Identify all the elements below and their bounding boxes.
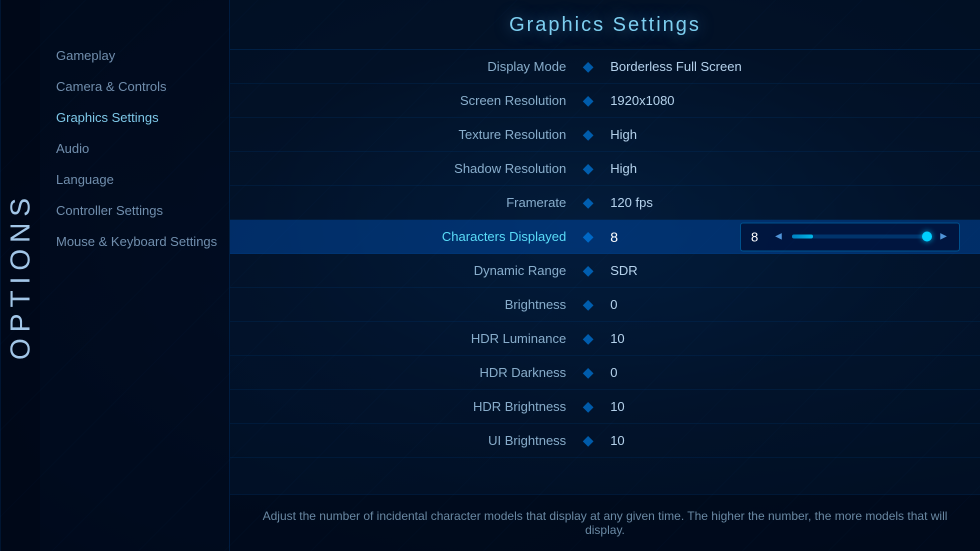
setting-label-5: Characters Displayed — [230, 229, 582, 244]
slider-arrow-left[interactable]: ◄ — [773, 231, 784, 243]
sidebar-nav: GameplayCamera & ControlsGraphics Settin… — [40, 30, 229, 257]
footer-text: Adjust the number of incidental characte… — [230, 494, 980, 551]
setting-label-7: Brightness — [230, 297, 582, 312]
setting-row-11: UI Brightness◆10 — [230, 424, 980, 458]
settings-table: Display Mode◆Borderless Full ScreenScree… — [230, 50, 980, 494]
setting-value-6: SDR — [594, 263, 980, 278]
setting-label-10: HDR Brightness — [230, 399, 582, 414]
setting-value-8: 10 — [594, 331, 980, 346]
sidebar: Options GameplayCamera & ControlsGraphic… — [0, 0, 230, 551]
app-title: Options — [0, 0, 40, 551]
footer-description: Adjust the number of incidental characte… — [263, 509, 948, 537]
divider-9: ◆ — [582, 364, 594, 381]
setting-row-3: Shadow Resolution◆High — [230, 152, 980, 186]
setting-label-0: Display Mode — [230, 59, 582, 74]
divider-4: ◆ — [582, 194, 594, 211]
setting-label-1: Screen Resolution — [230, 93, 582, 108]
slider-thumb[interactable] — [922, 232, 932, 242]
sidebar-item-mouse-keyboard[interactable]: Mouse & Keyboard Settings — [40, 226, 229, 257]
setting-value-9: 0 — [594, 365, 980, 380]
setting-label-4: Framerate — [230, 195, 582, 210]
divider-6: ◆ — [582, 262, 594, 279]
setting-row-0: Display Mode◆Borderless Full Screen — [230, 50, 980, 84]
divider-5: ◆ — [582, 228, 594, 245]
main-container: Options GameplayCamera & ControlsGraphic… — [0, 0, 980, 551]
slider-popup[interactable]: 8 ◄ ► — [740, 222, 960, 251]
setting-value-11: 10 — [594, 433, 980, 448]
setting-label-11: UI Brightness — [230, 433, 582, 448]
page-title: Graphics Settings — [230, 0, 980, 50]
slider-arrow-right[interactable]: ► — [938, 231, 949, 243]
divider-1: ◆ — [582, 92, 594, 109]
setting-value-2: High — [594, 127, 980, 142]
setting-label-8: HDR Luminance — [230, 331, 582, 346]
setting-label-9: HDR Darkness — [230, 365, 582, 380]
setting-value-1: 1920x1080 — [594, 93, 980, 108]
setting-value-3: High — [594, 161, 980, 176]
divider-11: ◆ — [582, 432, 594, 449]
divider-10: ◆ — [582, 398, 594, 415]
sidebar-item-gameplay[interactable]: Gameplay — [40, 40, 229, 71]
setting-row-5[interactable]: Characters Displayed◆ 8 8 ◄ ► — [230, 220, 980, 254]
setting-value-0: Borderless Full Screen — [594, 59, 980, 74]
divider-8: ◆ — [582, 330, 594, 347]
setting-row-2: Texture Resolution◆High — [230, 118, 980, 152]
divider-3: ◆ — [582, 160, 594, 177]
setting-row-10: HDR Brightness◆10 — [230, 390, 980, 424]
setting-value-7: 0 — [594, 297, 980, 312]
sidebar-item-language[interactable]: Language — [40, 164, 229, 195]
sidebar-item-graphics-settings[interactable]: Graphics Settings — [40, 102, 229, 133]
slider-track[interactable] — [792, 235, 930, 239]
setting-row-6: Dynamic Range◆SDR — [230, 254, 980, 288]
setting-label-2: Texture Resolution — [230, 127, 582, 142]
slider-current-value: 8 — [751, 229, 765, 244]
setting-label-6: Dynamic Range — [230, 263, 582, 278]
setting-row-9: HDR Darkness◆0 — [230, 356, 980, 390]
setting-label-3: Shadow Resolution — [230, 161, 582, 176]
divider-7: ◆ — [582, 296, 594, 313]
setting-row-8: HDR Luminance◆10 — [230, 322, 980, 356]
sidebar-item-camera-controls[interactable]: Camera & Controls — [40, 71, 229, 102]
divider-2: ◆ — [582, 126, 594, 143]
divider-0: ◆ — [582, 58, 594, 75]
sidebar-item-controller-settings[interactable]: Controller Settings — [40, 195, 229, 226]
slider-fill — [792, 235, 813, 239]
setting-row-4: Framerate◆120 fps — [230, 186, 980, 220]
setting-value-10: 10 — [594, 399, 980, 414]
content-area: Graphics Settings Display Mode◆Borderles… — [230, 0, 980, 551]
setting-value-4: 120 fps — [594, 195, 980, 210]
sidebar-item-audio[interactable]: Audio — [40, 133, 229, 164]
setting-row-7: Brightness◆0 — [230, 288, 980, 322]
setting-row-1: Screen Resolution◆1920x1080 — [230, 84, 980, 118]
